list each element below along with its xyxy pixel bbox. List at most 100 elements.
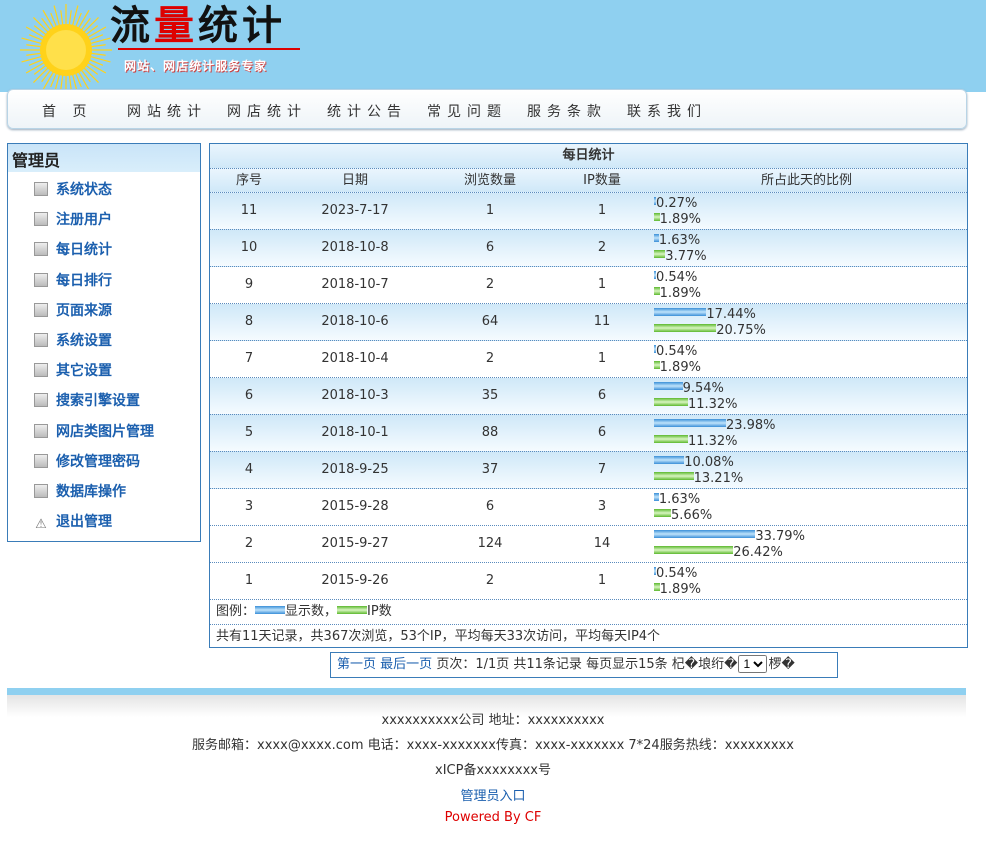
- views-ratio-line: 0.54%: [654, 344, 964, 360]
- views-ratio-line: 0.54%: [654, 566, 964, 582]
- ips-ratio-line: 5.66%: [654, 508, 964, 524]
- sidebar-item[interactable]: 其它设置: [34, 361, 112, 381]
- first-page-link[interactable]: 第一页: [337, 657, 376, 672]
- legend-ips-label: IP数: [367, 604, 392, 619]
- views-ratio-label: 10.08%: [684, 455, 734, 470]
- ips-ratio-label: 1.89%: [659, 286, 701, 301]
- views-ratio-label: 23.98%: [725, 418, 776, 433]
- sidebar-item-label: 其它设置: [56, 363, 112, 380]
- views-ratio-label: 1.63%: [658, 233, 701, 248]
- row-date: 2018-10-3: [321, 388, 389, 403]
- nav-announcements[interactable]: 统计公告: [327, 101, 407, 121]
- ips-ratio-label: 1.89%: [659, 582, 701, 597]
- row-date: 2018-10-4: [321, 351, 389, 366]
- sidebar-item[interactable]: 每日排行: [34, 271, 112, 291]
- views-ratio-line: 33.79%: [654, 529, 964, 545]
- sidebar-item[interactable]: 数据库操作: [34, 482, 126, 502]
- admin-sidebar: 管理员 系统状态 注册用户 每日统计 每日排行 页面来源 系统设置 其它设置 搜索引擎设置 网店…: [7, 143, 201, 542]
- views-ratio-line: 1.63%: [654, 492, 964, 508]
- warning-icon: ⚠: [35, 517, 47, 533]
- views-ratio-line: 0.54%: [654, 270, 964, 286]
- sidebar-item-label: 网店类图片管理: [56, 423, 154, 440]
- ips-ratio-line: 11.32%: [654, 434, 964, 450]
- views-ratio-bar: [654, 419, 726, 427]
- row-ips: 11: [593, 314, 611, 329]
- sidebar-item[interactable]: 搜索引擎设置: [34, 391, 140, 411]
- per-page-info: 每页显示15条: [586, 657, 668, 672]
- sidebar-item-label: 修改管理密码: [56, 453, 140, 470]
- nav-home[interactable]: 首 页: [42, 101, 92, 121]
- ips-ratio-line: 1.89%: [654, 286, 964, 302]
- page-select[interactable]: 1: [738, 655, 768, 673]
- row-views: 2: [485, 351, 495, 366]
- powered-by: Powered By CF: [444, 810, 542, 825]
- sidebar-item-label: 退出管理: [56, 514, 112, 531]
- sidebar-item[interactable]: 系统状态: [34, 180, 112, 200]
- legend-views-swatch: [255, 606, 286, 614]
- admin-entry-link[interactable]: 管理员入口: [460, 789, 525, 804]
- table-row: 1 2015-9-26 2 1 0.54% 1.89%: [210, 563, 967, 600]
- sidebar-item-label: 系统设置: [56, 333, 112, 349]
- legend-views-label: 显示数，: [285, 604, 338, 619]
- change-password-icon: [34, 453, 48, 468]
- col-header-views: 浏览数量: [463, 173, 516, 188]
- ips-ratio-line: 11.32%: [654, 397, 964, 413]
- row-ips: 6: [597, 425, 607, 440]
- goto-suffix: 椤�: [768, 657, 795, 672]
- sidebar-item[interactable]: 网店类图片管理: [34, 422, 154, 442]
- col-header-no: 序号: [235, 173, 262, 188]
- sidebar-item[interactable]: 修改管理密码: [34, 452, 140, 472]
- ips-ratio-bar: [654, 398, 688, 406]
- table-header: 序号 日期 浏览数量 IP数量 所占此天的比例: [210, 169, 967, 193]
- footer-powered-row: Powered By CF: [0, 810, 986, 825]
- views-ratio-label: 33.79%: [755, 529, 805, 544]
- row-no: 8: [244, 314, 254, 329]
- legend: 图例： 显示数， IP数: [210, 600, 967, 625]
- last-page-link[interactable]: 最后一页: [380, 657, 432, 672]
- sidebar-item[interactable]: 页面来源: [34, 301, 112, 321]
- sidebar-item[interactable]: ⚠ 退出管理: [34, 512, 112, 532]
- footer-contact: 服务邮箱：xxxx@xxxx.com 电话：xxxx-xxxxxxx传真：xxx…: [192, 738, 794, 753]
- row-ips: 14: [593, 536, 611, 551]
- ips-ratio-label: 1.89%: [659, 360, 701, 375]
- nav-faq[interactable]: 常见问题: [427, 101, 507, 121]
- search-engine-settings-icon: [34, 393, 48, 408]
- nav-site-stats[interactable]: 网站统计: [127, 101, 207, 121]
- views-ratio-line: 0.27%: [654, 196, 964, 212]
- table-row: 4 2018-9-25 37 7 10.08% 13.21%: [210, 452, 967, 489]
- ips-ratio-label: 11.32%: [687, 434, 738, 449]
- row-date: 2018-10-6: [321, 314, 389, 329]
- page-source-icon: [34, 302, 48, 317]
- system-status-icon: [34, 182, 48, 196]
- row-views: 1: [485, 203, 495, 218]
- sidebar-item[interactable]: 注册用户: [34, 210, 112, 230]
- row-ips: 7: [597, 462, 607, 477]
- table-row: 9 2018-10-7 2 1 0.54% 1.89%: [210, 267, 967, 304]
- row-ips: 3: [597, 499, 607, 514]
- row-ips: 1: [597, 351, 607, 366]
- nav-terms[interactable]: 服务条款: [527, 101, 607, 121]
- col-header-ips: IP数量: [583, 173, 621, 188]
- goto-prefix: 杞�埌绗�: [671, 657, 738, 672]
- pagination: 第一页 最后一页 页次：1/1页 共11条记录 每页显示15条 杞�埌绗� 1 椤�: [330, 652, 838, 678]
- row-views: 2: [485, 277, 495, 292]
- summary: 共有11天记录，共367次浏览，53个IP，平均每天33次访问，平均每天IP4个: [216, 629, 661, 644]
- row-date: 2023-7-17: [321, 203, 389, 218]
- ips-ratio-label: 1.89%: [659, 212, 701, 227]
- views-ratio-line: 9.54%: [654, 381, 964, 397]
- sidebar-item[interactable]: 系统设置: [34, 331, 112, 351]
- nav-contact[interactable]: 联系我们: [627, 101, 707, 121]
- sidebar-item[interactable]: 每日统计: [34, 240, 112, 260]
- views-ratio-label: 9.54%: [682, 381, 724, 396]
- sidebar-item-label: 每日排行: [56, 272, 112, 289]
- row-no: 2: [244, 536, 254, 551]
- views-ratio-label: 0.27%: [656, 196, 698, 211]
- table-row: 3 2015-9-28 6 3 1.63% 5.66%: [210, 489, 967, 526]
- row-views: 35: [481, 388, 499, 403]
- row-no: 4: [244, 462, 254, 477]
- row-date: 2015-9-27: [321, 536, 389, 551]
- ips-ratio-label: 20.75%: [716, 323, 766, 338]
- nav-shop-stats[interactable]: 网店统计: [227, 101, 307, 121]
- footer-admin-row: 管理员入口: [0, 785, 986, 804]
- ips-ratio-bar: [654, 509, 671, 517]
